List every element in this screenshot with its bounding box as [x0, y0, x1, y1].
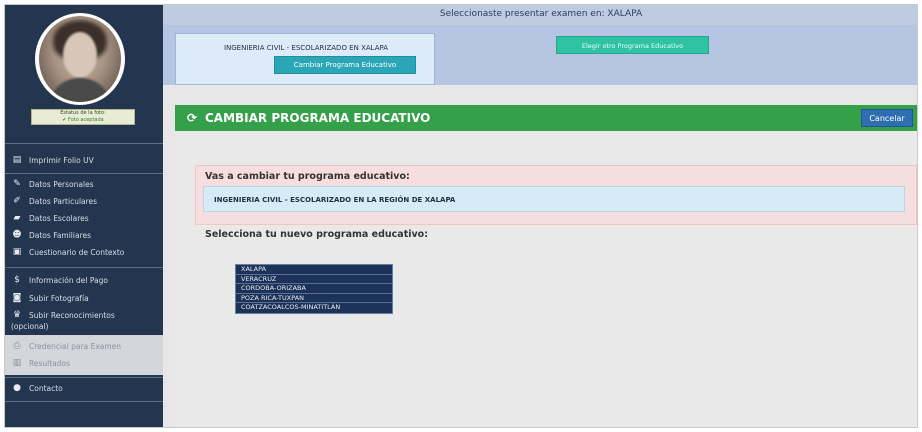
region-option[interactable]: XALAPA: [236, 265, 392, 275]
sidebar-item-label: Datos Personales: [29, 179, 94, 189]
change-notice-title: Vas a cambiar tu programa educativo:: [205, 171, 410, 182]
sidebar-item-cuestionario[interactable]: ▣ Cuestionario de Contexto: [11, 245, 125, 259]
sidebar-item-label: Resultados: [29, 358, 71, 368]
sidebar-divider: [5, 401, 163, 402]
pencil-icon: ✎: [13, 179, 21, 189]
sidebar-item-label: (opcional): [11, 321, 49, 331]
sidebar-item-label: Datos Familiares: [29, 230, 92, 240]
app-frame: Estatus de la foto: ✔ Foto aceptada ▤ Im…: [4, 4, 918, 428]
photo-status-label: Estatus de la foto:: [60, 110, 106, 116]
sidebar-item-informacion-pago[interactable]: $ Información del Pago: [11, 273, 108, 287]
sidebar-divider: [5, 173, 163, 174]
cancel-button[interactable]: Cancelar: [861, 109, 913, 127]
sidebar-item-label: Datos Escolares: [29, 213, 89, 223]
sidebar-item-resultados: ▥ Resultados: [11, 356, 70, 370]
exam-location-banner: Seleccionaste presentar examen en: XALAP…: [163, 5, 917, 25]
sidebar-item-datos-escolares[interactable]: ▰ Datos Escolares: [11, 211, 89, 225]
sidebar: Estatus de la foto: ✔ Foto aceptada ▤ Im…: [5, 5, 163, 427]
profile-photo: [39, 16, 121, 102]
sidebar-item-datos-familiares[interactable]: ☻ Datos Familiares: [11, 228, 91, 242]
sidebar-item-label: Subir Fotografía: [29, 293, 89, 303]
select-program-title: Selecciona tu nuevo programa educativo:: [205, 229, 429, 240]
document-icon: ▤: [12, 155, 22, 165]
region-list[interactable]: XALAPA VERACRUZ CORDOBA-ORIZABA POZA RIC…: [235, 264, 393, 314]
chat-icon: ▣: [12, 247, 22, 257]
sidebar-item-datos-particulares[interactable]: ✐ Datos Particulares: [11, 194, 97, 208]
refresh-icon: ⟳: [187, 111, 198, 125]
other-program-button[interactable]: Elegir otro Programa Educativo: [556, 36, 709, 54]
photo-status-value: ✔ Foto aceptada: [62, 117, 104, 123]
region-option[interactable]: POZA RICA-TUXPAN: [236, 294, 392, 304]
sidebar-item-label: Información del Pago: [29, 275, 108, 285]
avatar: [35, 13, 125, 105]
photo-status-badge: Estatus de la foto: ✔ Foto aceptada: [31, 109, 135, 125]
sidebar-item-credencial: ⎙ Credencial para Examen: [11, 339, 121, 353]
users-icon: ☻: [12, 230, 22, 240]
region-option[interactable]: COATZACOALCOS-MINATITLÁN: [236, 303, 392, 313]
sidebar-divider: [5, 143, 163, 144]
sidebar-item-label: Datos Particulares: [29, 196, 98, 206]
section-title: CAMBIAR PROGRAMA EDUCATIVO: [205, 111, 431, 125]
camera-icon: ◙: [12, 293, 22, 303]
sidebar-item-label: Credencial para Examen: [29, 341, 122, 351]
dollar-icon: $: [14, 275, 20, 285]
sidebar-item-label: Contacto: [29, 383, 63, 393]
region-option[interactable]: VERACRUZ: [236, 275, 392, 285]
section-header: ⟳ CAMBIAR PROGRAMA EDUCATIVO: [175, 105, 917, 131]
sidebar-item-imprimir-folio[interactable]: ▤ Imprimir Folio UV: [11, 153, 94, 167]
current-program-text: INGENIERIA CIVIL - ESCOLARIZADO EN XALAP…: [223, 44, 389, 52]
change-notice-program: INGENIERIA CIVIL - ESCOLARIZADO EN LA RE…: [203, 186, 905, 212]
sidebar-divider: [5, 267, 163, 268]
sidebar-item-subir-fotografia[interactable]: ◙ Subir Fotografía: [11, 291, 89, 305]
sidebar-item-datos-personales[interactable]: ✎ Datos Personales: [11, 177, 94, 191]
sidebar-item-contacto[interactable]: ● Contacto: [11, 381, 63, 395]
change-program-button[interactable]: Cambiar Programa Educativo: [274, 56, 416, 74]
chart-icon: ▥: [12, 358, 22, 368]
region-option[interactable]: CORDOBA-ORIZABA: [236, 284, 392, 294]
sidebar-item-label: Imprimir Folio UV: [29, 155, 94, 165]
graduation-cap-icon: ▰: [13, 213, 21, 223]
sidebar-item-opcional-note: (opcional): [11, 319, 48, 333]
printer-icon: ⎙: [13, 341, 21, 351]
edit-icon: ✐: [13, 196, 21, 206]
sidebar-divider: [5, 377, 163, 378]
speech-icon: ●: [13, 383, 21, 393]
sidebar-item-label: Cuestionario de Contexto: [29, 247, 125, 257]
